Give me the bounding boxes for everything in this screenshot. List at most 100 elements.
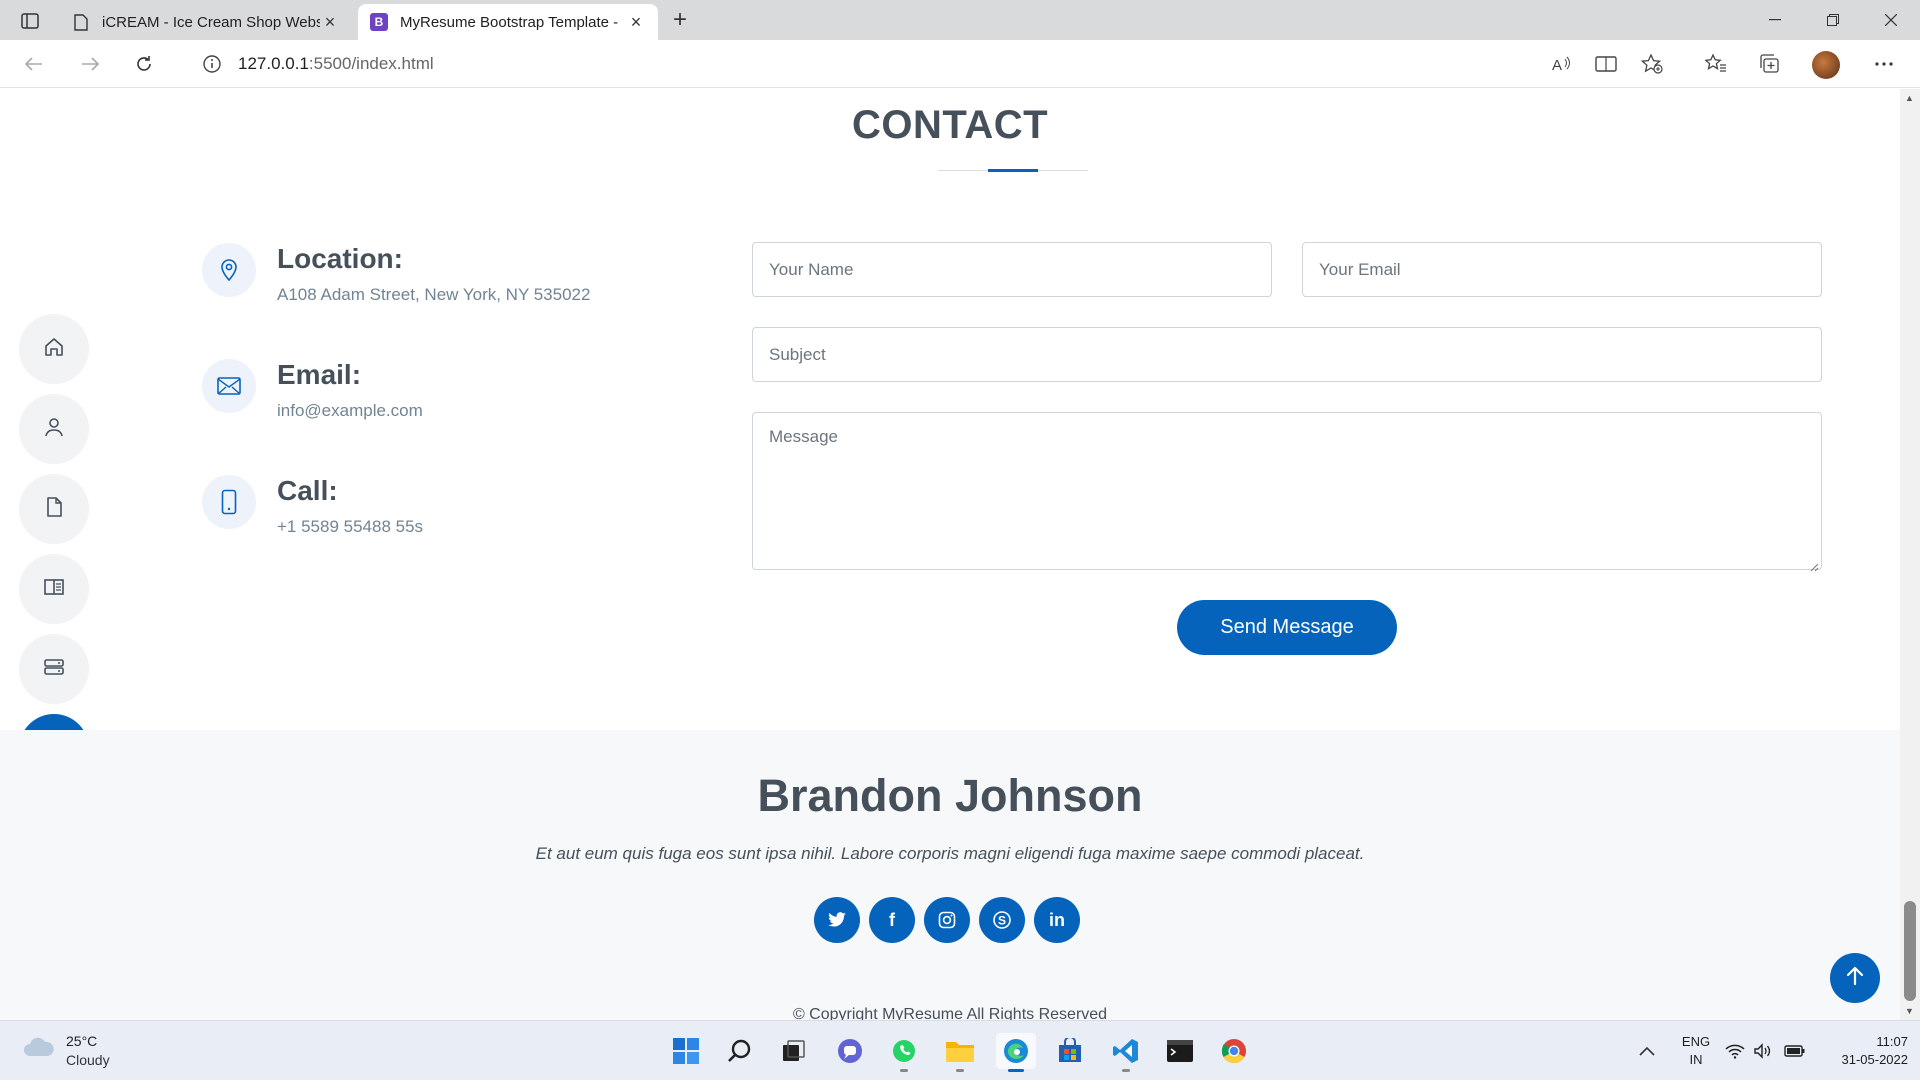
resize-grip-icon[interactable] (1809, 557, 1819, 572)
svg-text:A: A (1552, 57, 1562, 73)
microsoft-store-icon[interactable] (1050, 1033, 1090, 1069)
copyright-text: © Copyright MyResume All Rights Reserved (792, 1006, 1108, 1020)
twitter-icon[interactable] (814, 897, 860, 943)
volume-icon[interactable] (1750, 1039, 1776, 1063)
nav-home[interactable] (19, 314, 89, 384)
call-label: Call: (277, 475, 338, 506)
restore-icon[interactable] (1810, 0, 1856, 40)
phone-icon (202, 475, 256, 529)
server-icon (43, 657, 65, 682)
nav-services[interactable] (19, 634, 89, 704)
bootstrap-icon: B (370, 13, 388, 31)
section-title: CONTACT (851, 103, 1049, 147)
close-tab-icon[interactable]: × (626, 12, 646, 32)
footer-quote: Et aut eum quis fuga eos sunt ipsa nihil… (535, 844, 1365, 863)
file-icon (44, 496, 64, 523)
person-icon (43, 416, 65, 443)
task-view-icon[interactable] (774, 1033, 814, 1069)
new-tab-button[interactable]: + (664, 6, 696, 34)
scroll-up-icon[interactable]: ▲ (1905, 93, 1915, 103)
name-input[interactable]: Your Name (752, 242, 1272, 297)
skype-icon[interactable]: S (979, 897, 1025, 943)
more-options-icon[interactable] (1872, 52, 1896, 76)
footer-name: Brandon Johnson (757, 770, 1143, 821)
vscode-icon[interactable] (1106, 1033, 1146, 1072)
teams-chat-icon[interactable] (830, 1033, 870, 1069)
facebook-icon[interactable]: f (869, 897, 915, 943)
tab-myresume[interactable]: B MyResume Bootstrap Template - × (358, 4, 658, 40)
footer: Brandon Johnson Et aut eum quis fuga eos… (0, 730, 1900, 1020)
url-field[interactable]: 127.0.0.1:5500/index.html (180, 46, 1642, 82)
back-icon[interactable] (18, 48, 50, 80)
cloud-icon (22, 1035, 56, 1059)
site-info-icon[interactable] (202, 54, 222, 74)
email-value: info@example.com (277, 401, 423, 420)
chrome-icon[interactable] (1214, 1033, 1254, 1069)
map-pin-icon (202, 243, 256, 297)
refresh-icon[interactable] (128, 48, 160, 80)
location-label: Location: (277, 243, 403, 274)
clock-time: 11:07 (1876, 1034, 1908, 1049)
scrollbar-thumb[interactable] (1904, 901, 1916, 1001)
url-text: 127.0.0.1:5500/index.html (238, 54, 434, 73)
address-bar: 127.0.0.1:5500/index.html A (0, 40, 1920, 88)
weather-desc: Cloudy (66, 1052, 110, 1068)
message-placeholder: Message (769, 427, 838, 446)
location-info: Location: A108 Adam Street, New York, NY… (202, 243, 702, 323)
wifi-icon[interactable] (1722, 1039, 1748, 1063)
whatsapp-icon[interactable] (884, 1033, 924, 1072)
terminal-icon[interactable] (1160, 1033, 1200, 1069)
book-icon (43, 577, 65, 602)
message-textarea[interactable]: Message (752, 412, 1822, 572)
close-window-icon[interactable] (1868, 0, 1914, 40)
send-message-button[interactable]: Send Message (1177, 600, 1397, 655)
battery-icon[interactable] (1782, 1039, 1808, 1063)
nav-portfolio[interactable] (19, 554, 89, 624)
email-info: Email: info@example.com (202, 359, 702, 439)
start-icon[interactable] (666, 1033, 706, 1069)
page-scrollbar[interactable]: ▲ ▼ (1900, 89, 1920, 1020)
nav-about[interactable] (19, 394, 89, 464)
search-icon[interactable] (720, 1033, 760, 1069)
subject-input[interactable]: Subject (752, 327, 1822, 382)
tab-icream[interactable]: iCREAM - Ice Cream Shop Websi × (60, 4, 352, 40)
forward-icon[interactable] (74, 48, 106, 80)
show-hidden-icons-icon[interactable] (1634, 1039, 1660, 1063)
back-to-top-button[interactable] (1830, 953, 1880, 1003)
edge-icon[interactable] (996, 1033, 1036, 1072)
immersive-reader-icon[interactable] (1594, 52, 1618, 76)
envelope-icon (202, 359, 256, 413)
call-value: +1 5589 55488 55s (277, 517, 424, 536)
location-value: A108 Adam Street, New York, NY 535022 (277, 285, 591, 304)
call-info: Call: +1 5589 55488 55s (202, 475, 702, 555)
home-icon (43, 336, 65, 363)
favorites-icon[interactable] (1704, 52, 1728, 76)
scroll-down-icon[interactable]: ▼ (1905, 1006, 1915, 1016)
nav-resume[interactable] (19, 474, 89, 544)
weather-temp: 25°C (66, 1033, 98, 1049)
system-clock[interactable]: 11:07 31-05-2022 (1818, 1033, 1909, 1069)
email-label: Email: (277, 359, 362, 390)
title-accent-bar (988, 169, 1038, 172)
collections-icon[interactable] (1758, 52, 1782, 76)
add-favorite-icon[interactable] (1640, 52, 1664, 76)
weather-widget[interactable]: 25°C Cloudy (22, 1031, 142, 1073)
linkedin-icon[interactable]: in (1034, 897, 1080, 943)
file-explorer-icon[interactable] (940, 1033, 980, 1072)
clock-date: 31-05-2022 (1841, 1052, 1909, 1067)
profile-avatar[interactable] (1812, 51, 1840, 79)
tab-actions-icon[interactable] (16, 8, 44, 34)
minimize-icon[interactable] (1752, 0, 1798, 40)
tab-title: MyResume Bootstrap Template - (400, 13, 619, 31)
read-aloud-icon[interactable]: A (1550, 52, 1574, 76)
language-indicator[interactable]: ENG IN (1676, 1033, 1716, 1069)
arrow-up-icon (1846, 966, 1864, 991)
close-tab-icon[interactable]: × (320, 12, 340, 32)
email-input[interactable]: Your Email (1302, 242, 1822, 297)
tab-title: iCREAM - Ice Cream Shop Websi (102, 13, 320, 31)
windows-taskbar: 25°C Cloudy ENG IN 11:07 31-05-2022 (0, 1020, 1920, 1080)
svg-text:S: S (998, 914, 1006, 928)
page-icon (72, 13, 90, 31)
page-viewport: CONTACT Location: A108 Adam Street, New … (0, 89, 1900, 1020)
instagram-icon[interactable] (924, 897, 970, 943)
